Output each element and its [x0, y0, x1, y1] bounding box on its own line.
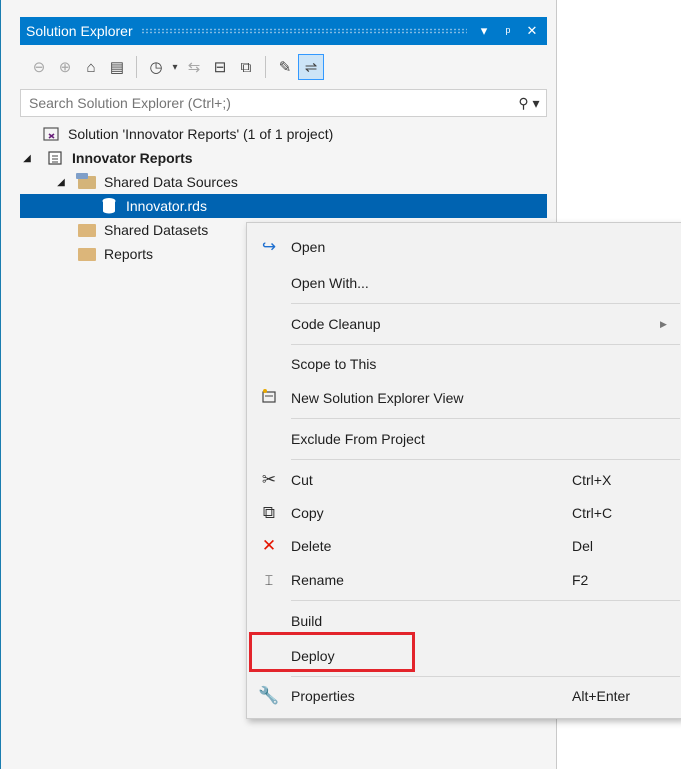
tree-item-shared-data-sources[interactable]: ◢ Shared Data Sources	[20, 170, 547, 194]
shortcut-label: Ctrl+X	[572, 472, 612, 488]
shortcut-label: Ctrl+C	[572, 505, 613, 521]
menu-label: Properties	[291, 688, 355, 704]
menu-label: Delete	[291, 538, 332, 554]
menu-separator	[291, 600, 680, 601]
solution-explorer-toolbar: ⊖ ⊕ ⌂ ▤ ◷ ▾ ⇆ ⊟ ⧉ ✎ ⇌	[20, 47, 547, 87]
shortcut-label: Del	[572, 538, 594, 554]
menu-separator	[291, 418, 680, 419]
back-icon[interactable]: ⊖	[26, 54, 52, 80]
sync-icon[interactable]: ⇆	[181, 54, 207, 80]
menu-item-properties[interactable]: 🔧 Properties Alt+Enter	[247, 682, 681, 710]
menu-label: Scope to This	[291, 356, 377, 372]
menu-item-scope-to-this[interactable]: Scope to This	[247, 350, 681, 378]
menu-item-delete[interactable]: ✕ Delete Del	[247, 532, 681, 560]
data-source-icon	[98, 197, 120, 215]
filter-dropdown-icon[interactable]: ▾	[169, 54, 181, 80]
folder-icon	[76, 247, 98, 261]
preview-icon[interactable]: ⇌	[298, 54, 324, 80]
menu-separator	[291, 459, 680, 460]
expanded-arrow-icon[interactable]: ◢	[20, 153, 34, 164]
menu-label: Open	[291, 239, 326, 255]
menu-separator	[291, 303, 680, 304]
menu-label: Cut	[291, 472, 313, 488]
shortcut-label: F2	[572, 572, 589, 588]
menu-item-copy[interactable]: ⧉ Copy Ctrl+C	[247, 499, 681, 527]
home-icon[interactable]: ⌂	[78, 54, 104, 80]
new-window-icon	[247, 388, 291, 409]
pending-changes-filter-icon[interactable]: ◷	[143, 54, 169, 80]
search-box[interactable]: ⚲ ▾	[20, 89, 547, 117]
folder-label: Shared Data Sources	[104, 174, 238, 190]
deploy-highlight-box	[249, 632, 415, 672]
close-icon[interactable]: ✕	[523, 23, 541, 39]
tree-item-solution[interactable]: Solution 'Innovator Reports' (1 of 1 pro…	[20, 122, 547, 146]
dropdown-icon[interactable]: ▾	[475, 23, 493, 39]
folder-label: Shared Datasets	[104, 222, 209, 238]
properties-icon[interactable]: ✎	[272, 54, 298, 80]
rename-icon: ⌶	[264, 571, 274, 588]
wrench-icon: 🔧	[258, 686, 280, 705]
item-label: Innovator.rds	[126, 198, 207, 214]
forward-icon[interactable]: ⊕	[52, 54, 78, 80]
menu-item-code-cleanup[interactable]: Code Cleanup ▶	[247, 310, 681, 338]
copy-icon: ⧉	[262, 503, 276, 522]
delete-x-icon: ✕	[261, 536, 277, 555]
menu-item-open[interactable]: ↪ Open	[247, 233, 681, 261]
menu-label: Rename	[291, 572, 344, 588]
search-input[interactable]	[21, 94, 512, 112]
show-all-files-icon[interactable]: ⧉	[233, 54, 259, 80]
expanded-arrow-icon[interactable]: ◢	[54, 177, 68, 188]
collapse-all-icon[interactable]: ⊟	[207, 54, 233, 80]
toolbar-separator	[136, 56, 137, 78]
search-icon[interactable]: ⚲ ▾	[512, 95, 546, 112]
solution-label: Solution 'Innovator Reports' (1 of 1 pro…	[68, 126, 334, 142]
menu-item-new-view[interactable]: New Solution Explorer View	[247, 384, 681, 412]
switch-views-icon[interactable]: ▤	[104, 54, 130, 80]
pin-icon[interactable]: ᵖ	[499, 24, 517, 39]
menu-item-build[interactable]: Build	[247, 607, 681, 635]
shared-folder-icon	[76, 172, 98, 189]
tree-item-innovator-rds[interactable]: Innovator.rds	[20, 194, 547, 218]
solution-explorer-titlebar[interactable]: Solution Explorer ▾ ᵖ ✕	[20, 17, 547, 45]
folder-icon	[76, 223, 98, 237]
menu-separator	[291, 676, 680, 677]
shortcut-label: Alt+Enter	[572, 688, 630, 704]
menu-item-cut[interactable]: ✂ Cut Ctrl+X	[247, 466, 681, 494]
report-project-icon	[44, 150, 66, 166]
menu-item-rename[interactable]: ⌶ Rename F2	[247, 566, 681, 594]
menu-label: Build	[291, 613, 323, 629]
project-label: Innovator Reports	[72, 150, 193, 166]
menu-label: New Solution Explorer View	[291, 390, 464, 406]
menu-label: Exclude From Project	[291, 431, 425, 447]
scissors-icon: ✂	[261, 470, 277, 489]
toolbar-separator	[265, 56, 266, 78]
menu-label: Open With...	[291, 275, 369, 291]
menu-label: Copy	[291, 505, 324, 521]
menu-item-exclude[interactable]: Exclude From Project	[247, 425, 681, 453]
open-arrow-icon: ↪	[261, 237, 277, 256]
menu-label: Code Cleanup	[291, 316, 381, 332]
submenu-arrow-icon: ▶	[660, 318, 667, 329]
folder-label: Reports	[104, 246, 154, 262]
menu-separator	[291, 344, 680, 345]
drag-grip[interactable]	[140, 28, 467, 34]
menu-item-open-with[interactable]: Open With...	[247, 269, 681, 297]
solution-icon	[40, 126, 62, 142]
panel-title: Solution Explorer	[26, 23, 133, 39]
tree-item-project[interactable]: ◢ Innovator Reports	[20, 146, 547, 170]
